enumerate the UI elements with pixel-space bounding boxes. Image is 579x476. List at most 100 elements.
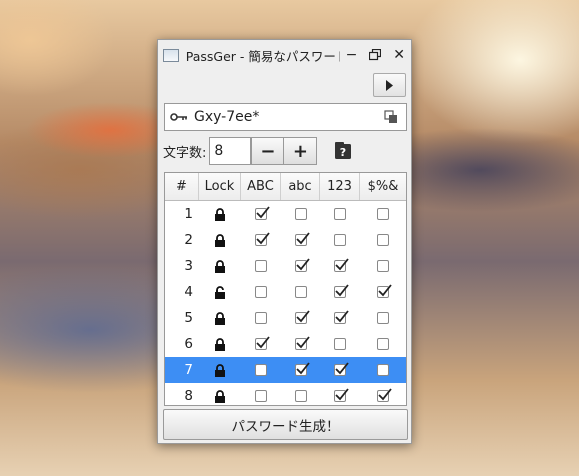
table-row[interactable]: 8 bbox=[165, 383, 406, 409]
play-button[interactable] bbox=[373, 73, 406, 97]
maximize-button[interactable] bbox=[363, 44, 387, 66]
header-symbol[interactable]: $%& bbox=[360, 173, 406, 200]
lock-open-icon[interactable] bbox=[199, 279, 241, 305]
digit-checkbox[interactable] bbox=[334, 388, 349, 402]
upper-checkbox[interactable] bbox=[255, 286, 267, 298]
symbol-checkbox[interactable] bbox=[377, 312, 389, 324]
row-number: 5 bbox=[184, 310, 193, 326]
header-num[interactable]: # bbox=[165, 173, 199, 200]
cell-upper bbox=[241, 305, 281, 331]
cell-symbol bbox=[360, 253, 406, 279]
header-lower[interactable]: abc bbox=[281, 173, 320, 200]
cell-symbol bbox=[360, 201, 406, 227]
lower-checkbox[interactable] bbox=[294, 336, 310, 350]
cell-digit bbox=[320, 253, 360, 279]
lower-checkbox[interactable] bbox=[294, 310, 310, 324]
generate-password-button[interactable]: パスワード生成！ bbox=[163, 409, 408, 440]
row-number: 8 bbox=[184, 388, 193, 404]
lock-closed-icon[interactable] bbox=[199, 331, 241, 357]
cell-digit bbox=[320, 383, 360, 409]
cell-digit bbox=[320, 227, 360, 253]
symbol-checkbox[interactable] bbox=[377, 338, 389, 350]
row-number: 3 bbox=[184, 258, 193, 274]
row-number: 1 bbox=[184, 206, 193, 222]
lock-closed-icon[interactable] bbox=[199, 227, 241, 253]
lower-checkbox[interactable] bbox=[294, 208, 307, 220]
help-icon[interactable]: ? bbox=[332, 140, 354, 162]
symbol-checkbox[interactable] bbox=[377, 388, 392, 402]
cell-upper bbox=[241, 279, 281, 305]
upper-checkbox[interactable] bbox=[255, 390, 267, 402]
digit-checkbox[interactable] bbox=[334, 258, 349, 272]
lower-checkbox[interactable] bbox=[294, 362, 310, 376]
cell-upper bbox=[241, 253, 281, 279]
row-number: 6 bbox=[184, 336, 193, 352]
header-digit[interactable]: 123 bbox=[320, 173, 360, 200]
cell-upper bbox=[241, 201, 281, 227]
symbol-checkbox[interactable] bbox=[377, 234, 389, 246]
table-row[interactable]: 1 bbox=[165, 201, 406, 227]
lock-closed-icon[interactable] bbox=[199, 383, 241, 409]
cell-symbol bbox=[360, 331, 406, 357]
table-row[interactable]: 5 bbox=[165, 305, 406, 331]
restore-icon bbox=[369, 49, 382, 61]
lock-closed-icon[interactable] bbox=[199, 357, 241, 383]
cell-symbol bbox=[360, 383, 406, 409]
header-upper[interactable]: ABC bbox=[241, 173, 281, 200]
cell-symbol bbox=[360, 357, 406, 383]
digit-checkbox[interactable] bbox=[334, 234, 346, 246]
title-bar[interactable]: PassGer - 簡易なパスワード生成 − ✕ bbox=[158, 40, 411, 70]
upper-checkbox[interactable] bbox=[255, 232, 270, 246]
length-input[interactable]: 8 bbox=[209, 137, 252, 165]
row-number: 7 bbox=[184, 362, 193, 378]
digit-checkbox[interactable] bbox=[334, 208, 346, 220]
lower-checkbox[interactable] bbox=[294, 258, 310, 272]
lower-checkbox[interactable] bbox=[294, 390, 307, 402]
password-output-field[interactable]: Gxy-7ee* bbox=[164, 103, 407, 131]
lock-closed-icon[interactable] bbox=[199, 253, 241, 279]
table-row[interactable]: 4 bbox=[165, 279, 406, 305]
cell-lower bbox=[281, 357, 320, 383]
lower-checkbox[interactable] bbox=[294, 232, 310, 246]
table-row[interactable]: 3 bbox=[165, 253, 406, 279]
cell-lower bbox=[281, 331, 320, 357]
cell-upper bbox=[241, 227, 281, 253]
increment-button[interactable]: + bbox=[284, 137, 318, 165]
symbol-checkbox[interactable] bbox=[377, 284, 392, 298]
symbol-checkbox[interactable] bbox=[377, 260, 389, 272]
close-button[interactable]: ✕ bbox=[387, 44, 411, 66]
digit-checkbox[interactable] bbox=[334, 338, 346, 350]
upper-checkbox[interactable] bbox=[255, 260, 267, 272]
table-row[interactable]: 2 bbox=[165, 227, 406, 253]
upper-checkbox[interactable] bbox=[255, 206, 270, 220]
lock-closed-icon[interactable] bbox=[199, 305, 241, 331]
cell-upper bbox=[241, 357, 281, 383]
digit-checkbox[interactable] bbox=[334, 362, 349, 376]
cell-digit bbox=[320, 331, 360, 357]
play-icon bbox=[386, 79, 393, 91]
copy-icon[interactable] bbox=[384, 110, 398, 124]
upper-checkbox[interactable] bbox=[255, 336, 270, 350]
lower-checkbox[interactable] bbox=[294, 286, 307, 298]
length-label: 文字数: bbox=[163, 145, 207, 161]
symbol-checkbox[interactable] bbox=[377, 364, 389, 376]
table-header: # Lock ABC abc 123 $%& bbox=[165, 173, 406, 201]
header-lock[interactable]: Lock bbox=[199, 173, 241, 200]
upper-checkbox[interactable] bbox=[255, 312, 267, 324]
cell-lower bbox=[281, 201, 320, 227]
rule-table: # Lock ABC abc 123 $%& 12345678 bbox=[164, 172, 407, 406]
svg-text:?: ? bbox=[340, 146, 346, 159]
digit-checkbox[interactable] bbox=[334, 310, 349, 324]
table-row[interactable]: 7 bbox=[165, 357, 406, 383]
cell-lower bbox=[281, 227, 320, 253]
minimize-button[interactable]: − bbox=[340, 44, 364, 66]
cell-lower bbox=[281, 383, 320, 409]
cell-upper bbox=[241, 383, 281, 409]
table-row[interactable]: 6 bbox=[165, 331, 406, 357]
symbol-checkbox[interactable] bbox=[377, 208, 389, 220]
decrement-button[interactable]: − bbox=[251, 137, 285, 165]
window-title: PassGer - 簡易なパスワード生成 bbox=[185, 48, 340, 64]
lock-closed-icon[interactable] bbox=[199, 201, 241, 227]
upper-checkbox[interactable] bbox=[255, 364, 267, 376]
digit-checkbox[interactable] bbox=[334, 284, 349, 298]
